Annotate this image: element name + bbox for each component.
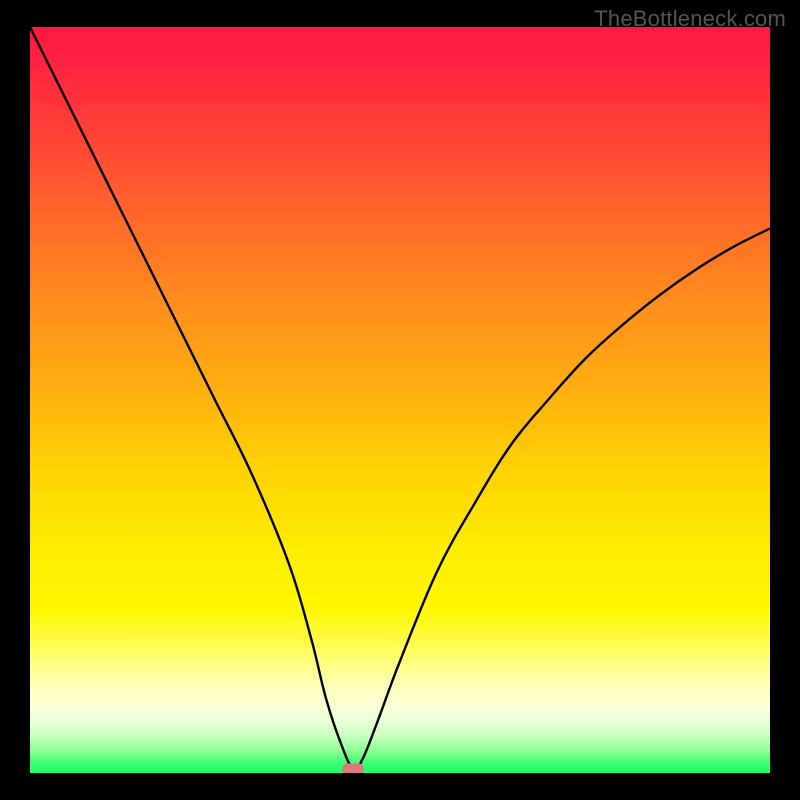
plot-area — [30, 27, 770, 773]
bottleneck-curve — [30, 27, 770, 773]
watermark-label: TheBottleneck.com — [594, 6, 786, 32]
chart-container: TheBottleneck.com — [0, 0, 800, 800]
optimal-point-marker — [342, 764, 364, 773]
